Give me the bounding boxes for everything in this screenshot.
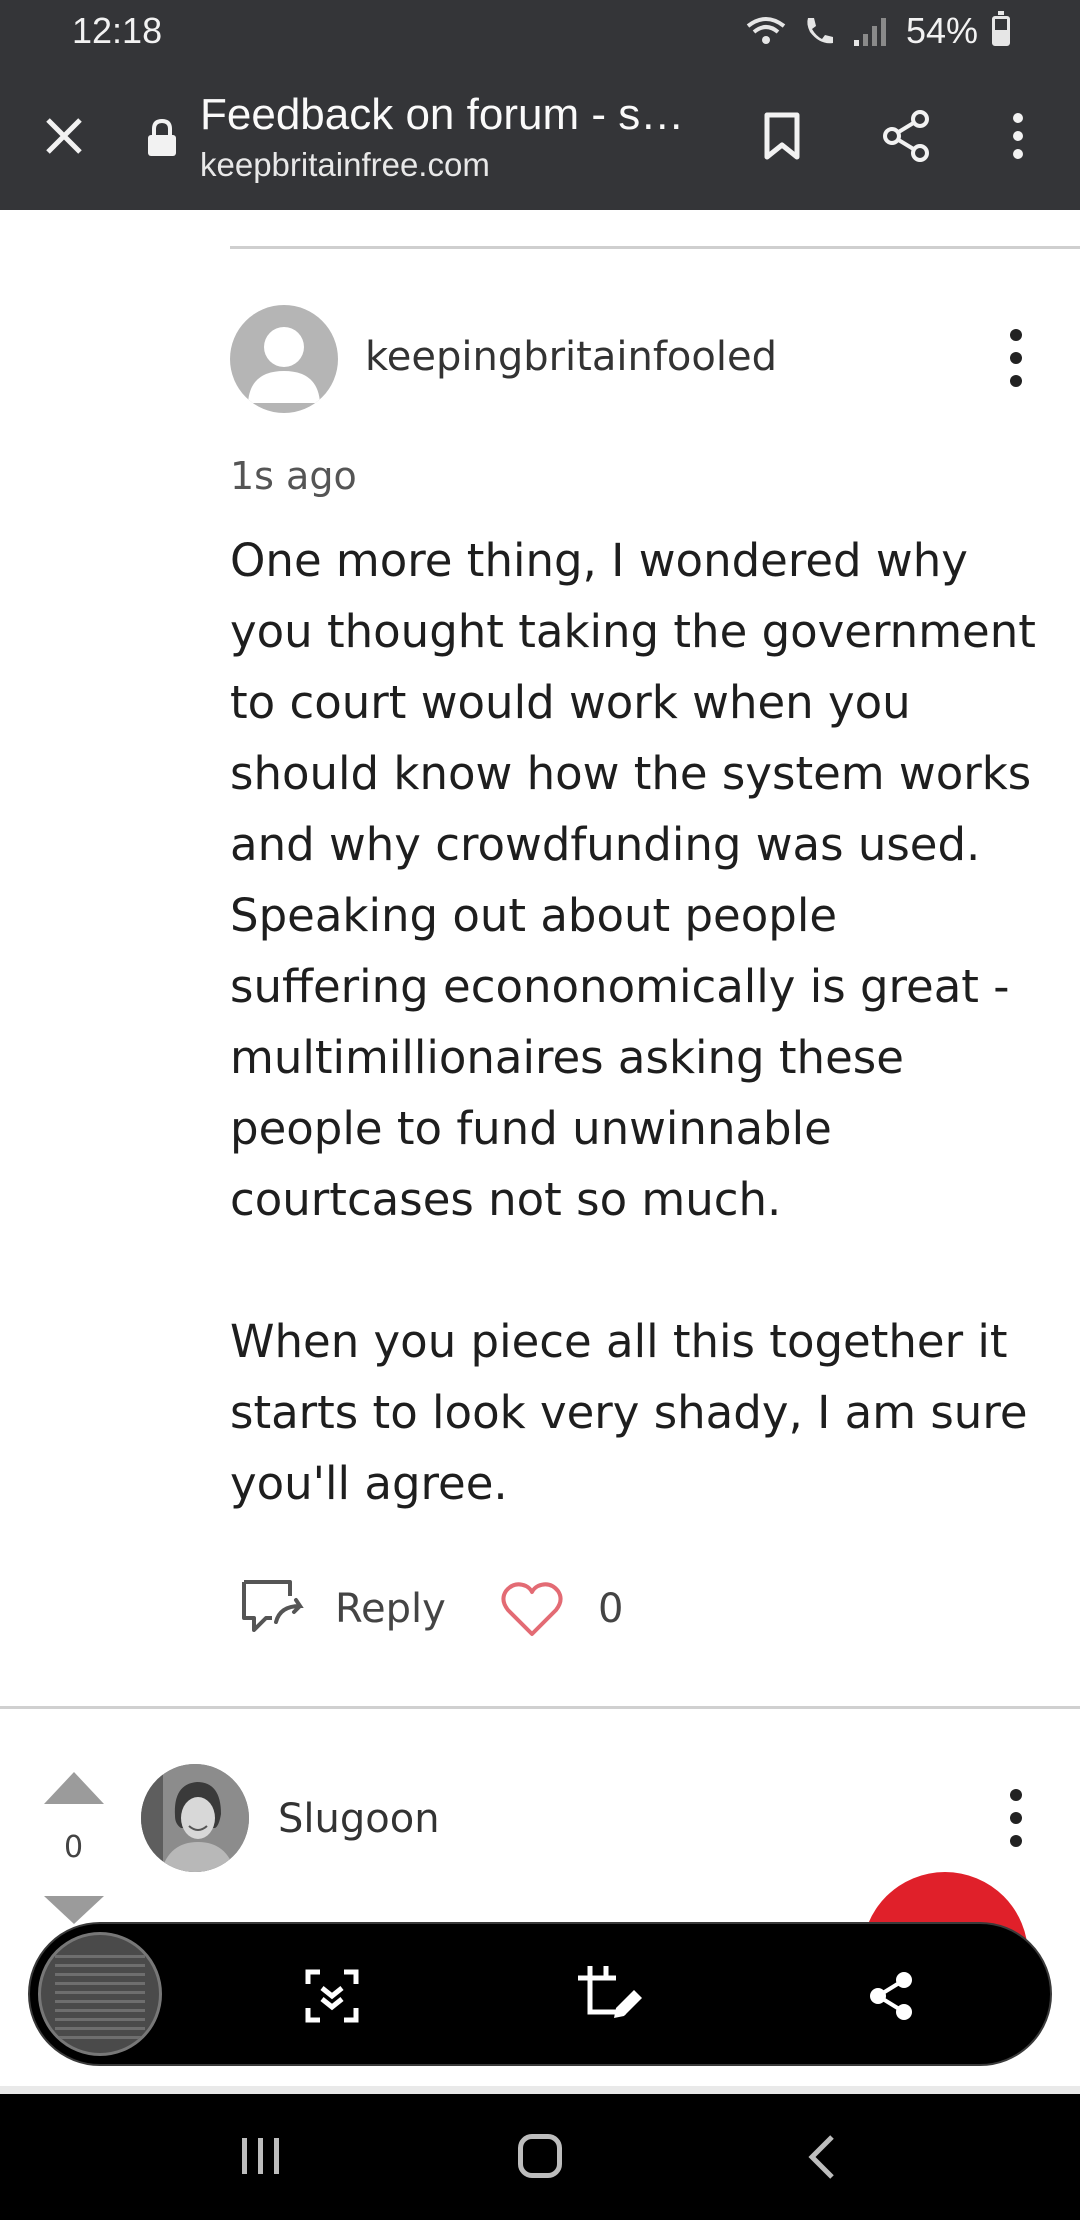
comment-body: One more thing, I wondered why you thoug… (230, 525, 1050, 1519)
home-icon[interactable] (518, 2134, 562, 2178)
crop-edit-icon[interactable] (576, 1960, 648, 2032)
comment-more-icon[interactable] (1000, 1788, 1032, 1848)
bookmark-icon[interactable] (750, 104, 814, 168)
battery-percent: 54% (905, 10, 978, 51)
scroll-capture-icon[interactable] (296, 1960, 368, 2032)
system-nav-bar (0, 2094, 1080, 2220)
comment-username[interactable]: Slugoon (278, 1796, 440, 1842)
comment-paragraph: When you piece all this together it star… (230, 1315, 1028, 1510)
comment-username[interactable]: keepingbritainfooled (365, 334, 777, 380)
lock-icon[interactable] (140, 114, 184, 162)
reply-button[interactable]: Reply (335, 1586, 446, 1632)
share-icon[interactable] (856, 1960, 928, 2032)
page-url[interactable]: keepbritainfree.com (200, 146, 490, 184)
thread-divider (230, 246, 1080, 249)
battery-icon (992, 11, 1010, 46)
upvote-icon[interactable] (44, 1772, 104, 1804)
browser-toolbar: Feedback on forum - s… keepbritainfree.c… (0, 64, 1080, 210)
screenshot-thumbnail[interactable] (38, 1932, 162, 2056)
avatar[interactable] (230, 305, 338, 413)
vote-count: 0 (64, 1830, 84, 1865)
page-title: Feedback on forum - s… (200, 90, 685, 139)
default-avatar-icon (248, 327, 320, 403)
content-bottom-edge (0, 2086, 1080, 2094)
reply-icon[interactable] (240, 1578, 310, 1636)
back-icon[interactable] (806, 2134, 836, 2180)
status-bar: 12:18 54% (0, 0, 1080, 64)
avatar-photo-icon (141, 1764, 249, 1872)
comment-paragraph: One more thing, I wondered why you thoug… (230, 534, 1036, 1226)
avatar[interactable] (141, 1764, 249, 1872)
downvote-icon[interactable] (44, 1896, 104, 1924)
heart-icon[interactable] (500, 1580, 564, 1638)
comment-divider (0, 1706, 1080, 1709)
comment-more-icon[interactable] (1000, 328, 1032, 388)
screenshot-toolbar (28, 1922, 1052, 2066)
battery-level (995, 30, 1007, 43)
more-vert-icon[interactable] (986, 104, 1050, 168)
status-icons: 54% (744, 10, 1010, 52)
status-time: 12:18 (72, 10, 163, 51)
comment-timestamp: 1s ago (230, 454, 357, 498)
like-count: 0 (598, 1586, 624, 1632)
volte-call-icon (807, 18, 833, 44)
wifi-calling-icon (746, 17, 786, 44)
signal-icon (853, 18, 886, 46)
recents-icon[interactable] (238, 2136, 284, 2176)
close-icon[interactable] (32, 104, 96, 168)
share-icon[interactable] (874, 104, 938, 168)
